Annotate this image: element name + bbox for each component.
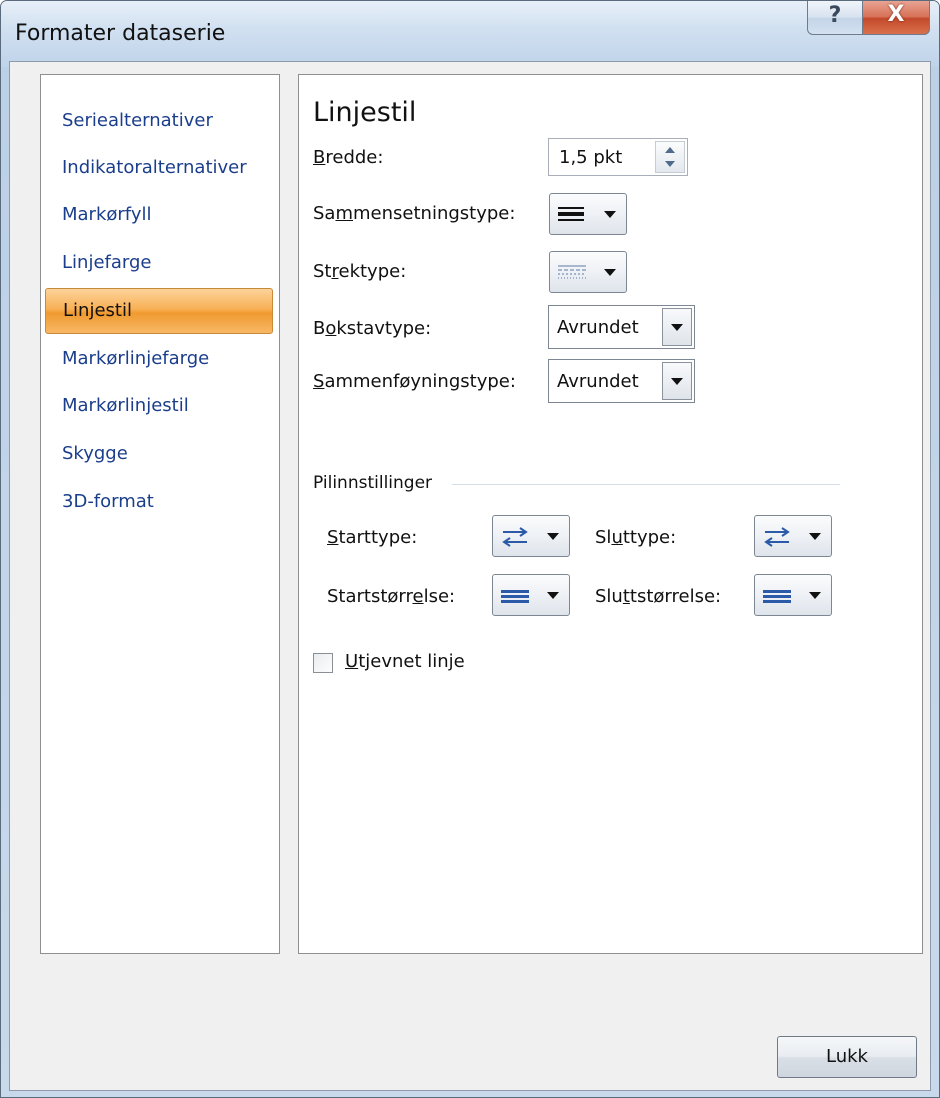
chevron-down-icon	[809, 533, 821, 540]
nav-item-3d-format[interactable]: 3D-format	[45, 480, 273, 526]
join-type-value: Avrundet	[557, 371, 639, 392]
arrow-type-icon	[502, 527, 528, 547]
join-type-dropdown-button[interactable]	[662, 362, 692, 400]
nav-item-seriealternativer[interactable]: Seriealternativer	[45, 99, 273, 145]
nav-item-markorlinjestil[interactable]: Markørlinjestil	[45, 384, 273, 430]
arrow-size-icon	[763, 590, 791, 603]
compound-type-label: Sammensetningstype:	[313, 203, 516, 224]
start-size-label: Startstørrelse:	[327, 586, 456, 607]
end-size-label: Sluttstørrelse:	[595, 586, 722, 607]
help-button[interactable]: ?	[807, 1, 863, 35]
chevron-down-icon	[604, 269, 616, 276]
nav-item-markorfyll[interactable]: Markørfyll	[45, 193, 273, 239]
dash-type-label: Strektype:	[313, 261, 407, 282]
nav-item-markorlinjefarge[interactable]: Markørlinjefarge	[45, 337, 273, 383]
title-bar[interactable]: Formater dataserie ? X	[1, 1, 939, 67]
nav-item-skygge[interactable]: Skygge	[45, 432, 273, 478]
chevron-down-icon	[604, 211, 616, 218]
close-window-button[interactable]: X	[862, 1, 930, 35]
width-spin-arrows[interactable]	[655, 141, 685, 173]
end-type-label: Sluttype:	[595, 527, 677, 548]
compound-type-dropdown[interactable]	[549, 193, 627, 235]
smooth-line-label[interactable]: Utjevnet linje	[345, 651, 465, 672]
chevron-down-icon	[671, 324, 683, 331]
settings-panel: Linjestil Bredde: 1,5 pkt Sammensetnings…	[298, 74, 923, 954]
dash-lines-icon	[558, 265, 586, 279]
panel-heading: Linjestil	[313, 97, 417, 128]
compound-lines-icon	[558, 207, 584, 221]
dash-type-dropdown[interactable]	[549, 251, 627, 293]
cap-type-select[interactable]: Avrundet	[548, 305, 695, 349]
end-type-dropdown[interactable]	[754, 515, 832, 557]
category-list: Seriealternativer Indikatoralternativer …	[40, 74, 280, 954]
dialog-window: Formater dataserie ? X Seriealternativer…	[0, 0, 940, 1098]
width-value[interactable]: 1,5 pkt	[559, 147, 622, 168]
dialog-client-area: Seriealternativer Indikatoralternativer …	[9, 61, 931, 1091]
close-icon: X	[887, 2, 905, 27]
chevron-down-icon	[547, 533, 559, 540]
start-type-label: Starttype:	[327, 527, 418, 548]
nav-item-linjefarge[interactable]: Linjefarge	[45, 241, 273, 287]
chevron-down-icon	[671, 378, 683, 385]
spin-down-icon[interactable]	[665, 161, 675, 167]
window-title: Formater dataserie	[15, 21, 226, 46]
arrow-type-icon	[764, 527, 790, 547]
cap-type-label: Bokstavtype:	[313, 318, 432, 339]
cap-type-dropdown-button[interactable]	[662, 308, 692, 346]
chevron-down-icon	[547, 592, 559, 599]
start-type-dropdown[interactable]	[492, 515, 570, 557]
end-size-dropdown[interactable]	[754, 574, 832, 616]
chevron-down-icon	[809, 592, 821, 599]
help-icon: ?	[828, 3, 842, 28]
join-type-label: Sammenføyningstype:	[313, 371, 516, 392]
width-label: Bredde:	[313, 147, 384, 168]
join-type-select[interactable]: Avrundet	[548, 359, 695, 403]
smooth-line-checkbox[interactable]	[313, 653, 333, 673]
group-divider	[452, 484, 840, 485]
arrow-settings-group-label: Pilinnstillinger	[313, 473, 433, 493]
nav-item-linjestil[interactable]: Linjestil	[45, 288, 273, 334]
nav-item-indikatoralternativer[interactable]: Indikatoralternativer	[45, 146, 273, 192]
width-spinner[interactable]: 1,5 pkt	[548, 138, 688, 176]
start-size-dropdown[interactable]	[492, 574, 570, 616]
close-button[interactable]: Lukk	[777, 1036, 917, 1078]
arrow-size-icon	[501, 590, 529, 603]
spin-up-icon[interactable]	[665, 147, 675, 153]
cap-type-value: Avrundet	[557, 317, 639, 338]
